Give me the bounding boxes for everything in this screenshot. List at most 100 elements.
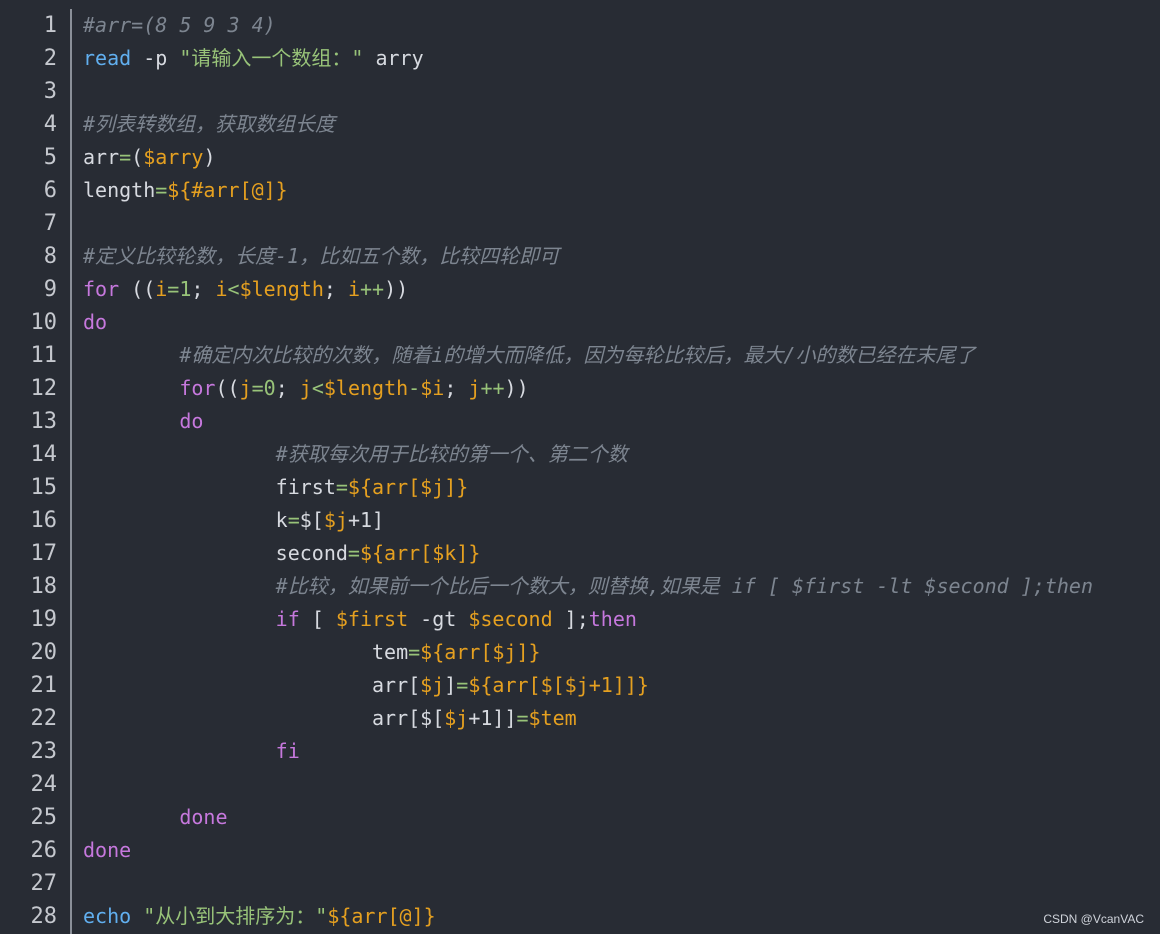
code-line[interactable] [83,207,1160,240]
code-token-default-text: [ [299,607,336,631]
code-token-default-text [83,409,179,433]
line-number: 6 [43,178,57,203]
code-line[interactable]: echo "从小到大排序为："${arr[@]} [83,900,1160,933]
code-token-comment: #arr=(8 5 9 3 4) [83,13,276,37]
code-line[interactable]: first=${arr[$j]} [83,471,1160,504]
code-line[interactable] [83,75,1160,108]
code-token-variable: j [239,376,252,400]
code-line[interactable]: k=$[$j+1] [83,504,1160,537]
line-number: 11 [30,343,58,368]
line-number: 25 [30,805,58,830]
line-number: 2 [43,46,57,71]
code-token-default-text: ] [444,673,457,697]
code-token-default-text: arr[$[ [83,706,445,730]
code-token-control-keyword: do [179,409,204,433]
code-line[interactable]: arr[$[$j+1]]=$tem [83,702,1160,735]
code-line[interactable]: do [83,306,1160,339]
code-token-comment: #确定内次比较的次数，随着i的增大而降低，因为每轮比较后，最大/小的数已经在末尾… [179,343,976,367]
code-token-operator: = [335,475,348,499]
line-number: 15 [30,475,58,500]
code-token-default-text: arr[ [83,673,421,697]
code-line[interactable]: #列表转数组，获取数组长度 [83,108,1160,141]
code-line[interactable]: arr[$j]=${arr[$[$j+1]]} [83,669,1160,702]
line-number: 26 [30,838,58,863]
code-token-control-keyword: done [83,838,132,862]
code-line[interactable]: done [83,834,1160,867]
code-token-default-text: arr [83,145,120,169]
line-number: 24 [30,772,58,797]
code-token-variable: $length [323,376,409,400]
code-token-control-keyword: done [179,805,228,829]
code-token-default-text: tem [83,640,409,664]
code-area[interactable]: #arr=(8 5 9 3 4) read -p "请输入一个数组：" arry #… [83,9,1160,934]
code-token-default-text [83,607,276,631]
code-token-default-text: (( [215,376,240,400]
code-line[interactable]: #确定内次比较的次数，随着i的增大而降低，因为每轮比较后，最大/小的数已经在末尾… [83,339,1160,372]
line-number: 22 [30,706,58,731]
code-token-operator: = [516,706,529,730]
code-line[interactable] [83,768,1160,801]
code-token-variable: j [299,376,312,400]
code-token-variable: $second [468,607,553,631]
code-token-default-text [83,376,179,400]
code-token-default-text: ; [323,277,348,301]
line-number: 23 [30,739,58,764]
code-line[interactable]: second=${arr[$k]} [83,537,1160,570]
line-number: 21 [30,673,58,698]
code-line[interactable]: do [83,405,1160,438]
code-token-operator: = [408,640,421,664]
code-token-default-text: ; [444,376,469,400]
code-token-default-text: +1] [347,508,385,532]
code-line[interactable]: #arr=(8 5 9 3 4) [83,9,1160,42]
gutter-divider [70,9,72,934]
line-number: 16 [30,508,58,533]
code-token-default-text: second [83,541,348,565]
code-line[interactable]: for ((i=1; i<$length; i++)) [83,273,1160,306]
code-token-comment: #比较，如果前一个比后一个数大，则替换,如果是 if [ $first -lt … [275,574,1094,598]
code-line[interactable]: for((j=0; j<$length-$i; j++)) [83,372,1160,405]
code-token-default-text: ; [275,376,300,400]
code-token-operator: = [251,376,264,400]
code-token-default-text: length [83,178,156,202]
code-token-variable: $j [323,508,348,532]
code-line[interactable]: #定义比较轮数，长度-1，比如五个数，比较四轮即可 [83,240,1160,273]
code-token-default-text: first [83,475,336,499]
code-token-comment: #获取每次用于比较的第一个、第二个数 [275,442,628,466]
code-token-variable: $j [420,673,445,697]
code-line[interactable]: fi [83,735,1160,768]
code-token-variable: ${arr[$j]} [420,640,541,664]
code-line[interactable] [83,867,1160,900]
code-line[interactable]: length=${#arr[@]} [83,174,1160,207]
code-line[interactable]: done [83,801,1160,834]
line-number: 3 [43,79,57,104]
code-token-operator: = [167,277,180,301]
code-line[interactable]: if [ $first -gt $second ];then [83,603,1160,636]
code-token-variable: i [215,277,228,301]
line-number: 18 [30,574,58,599]
line-number: 5 [43,145,57,170]
code-token-operator: ++ [480,376,505,400]
code-token-default-text: ( [131,145,144,169]
code-token-number: 1 [179,277,192,301]
code-token-default-text: ]; [552,607,589,631]
code-line[interactable]: tem=${arr[$j]} [83,636,1160,669]
code-line[interactable]: arr=($arry) [83,141,1160,174]
code-token-variable: i [155,277,168,301]
code-line[interactable]: #获取每次用于比较的第一个、第二个数 [83,438,1160,471]
code-token-variable: $arry [143,145,204,169]
code-line[interactable]: read -p "请输入一个数组：" arry [83,42,1160,75]
code-editor[interactable]: 1 2 3 4 5 6 7 8 9 10 11 12 13 14 15 16 17 18 19 20 21 22 23 24 2… [0,0,1160,934]
code-token-default-text [131,904,143,928]
code-token-comment: #列表转数组，获取数组长度 [83,112,336,136]
code-token-variable: $first [335,607,409,631]
line-number: 4 [43,112,57,137]
line-number: 1 [43,13,57,38]
code-token-control-keyword: for [179,376,216,400]
code-line[interactable]: #比较，如果前一个比后一个数大，则替换,如果是 if [ $first -lt … [83,570,1160,603]
code-token-default-text: )) [384,277,409,301]
line-number: 17 [30,541,58,566]
code-token-control-keyword: fi [275,739,300,763]
line-number: 14 [30,442,58,467]
line-number: 8 [43,244,57,269]
code-token-operator: = [456,673,469,697]
